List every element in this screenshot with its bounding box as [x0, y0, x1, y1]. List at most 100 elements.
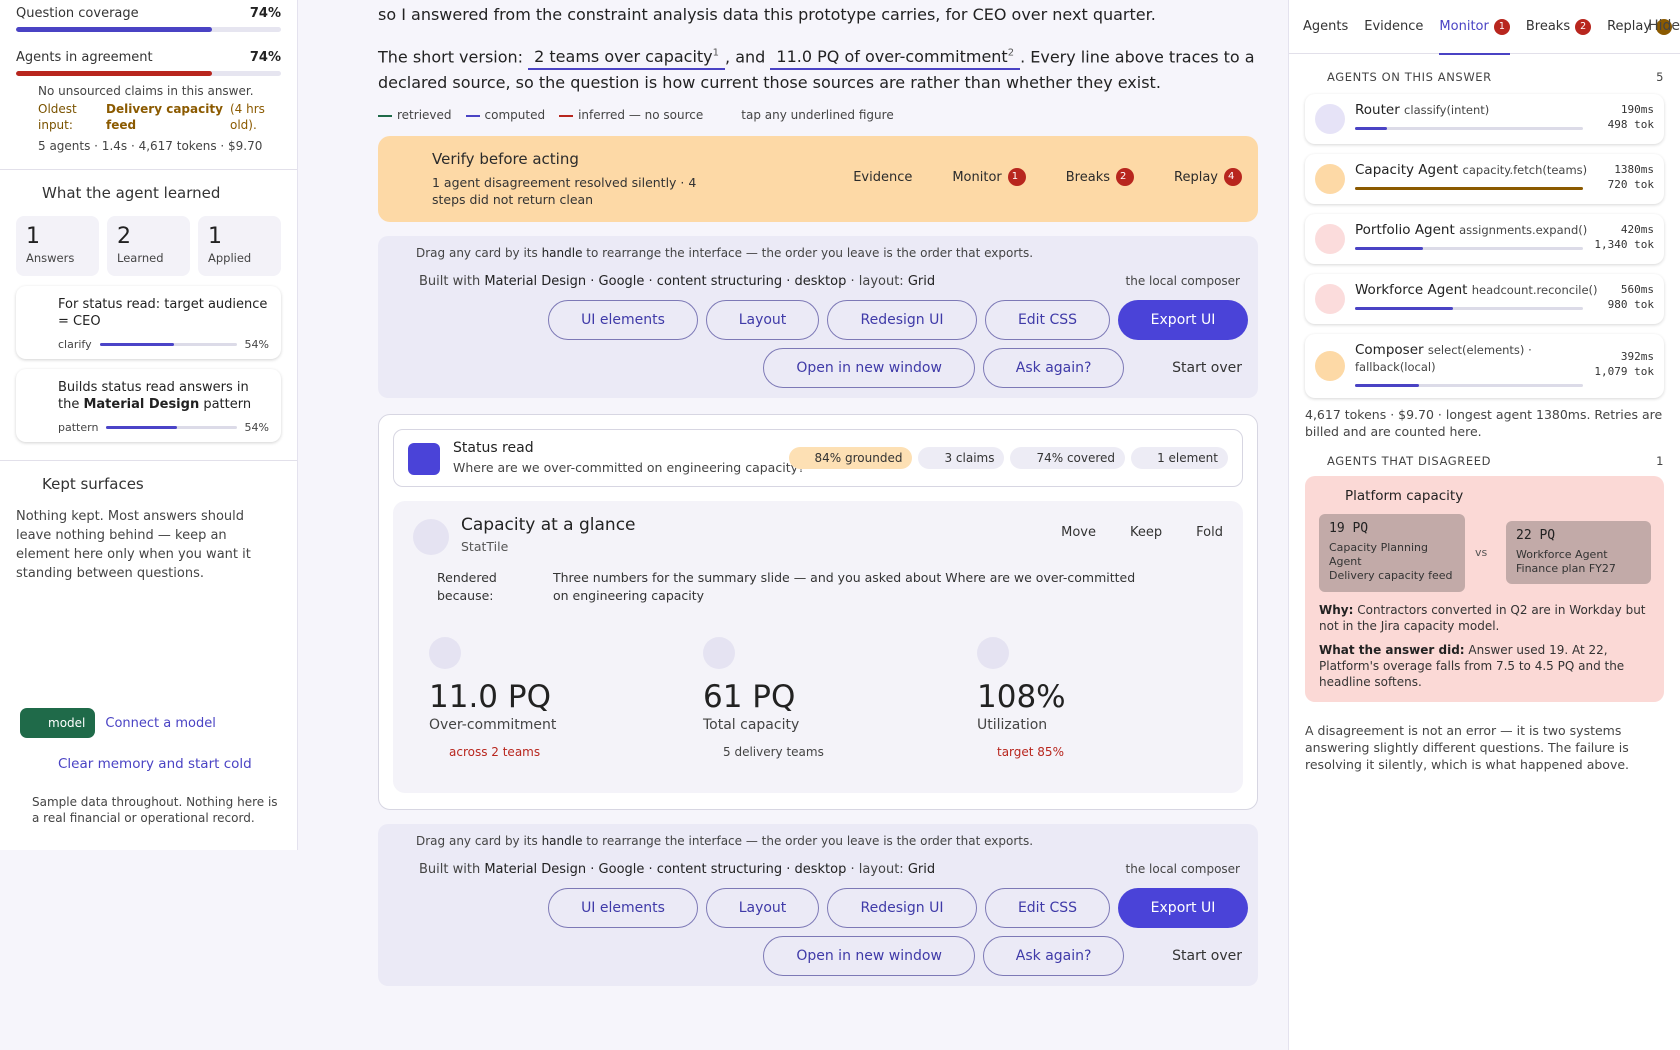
ui-elements-button[interactable]: UI elements [548, 888, 698, 929]
chip-claims[interactable]: 3 claims [918, 447, 1005, 470]
agent-row-capacity[interactable]: Capacity Agent capacity.fetch(teams) 138… [1305, 154, 1664, 204]
verify-monitor-link[interactable]: Monitor 1 [952, 168, 1026, 187]
agent-row-workforce[interactable]: Workforce Agent headcount.reconcile() 56… [1305, 274, 1664, 324]
move-button[interactable]: Move [1061, 525, 1096, 540]
learned-card-pattern[interactable]: Builds status read answers in the Materi… [16, 369, 281, 442]
agent-avatar [1315, 351, 1345, 381]
intro-paragraph: so I answered from the constraint analys… [378, 5, 1156, 24]
edit-css-button[interactable]: Edit CSS [985, 300, 1110, 341]
rendered-because: Rendered because: Three numbers for the … [437, 569, 1153, 605]
agent-time-bar [1355, 247, 1424, 250]
figure-over-commitment[interactable]: 11.0 PQ of over-commitment2 [770, 47, 1021, 71]
link-label: Evidence [853, 169, 913, 185]
export-ui-button[interactable]: Export UI [1118, 888, 1248, 929]
metric-over-commitment[interactable]: 11.0 PQ Over-commitment across 2 teams [429, 637, 703, 759]
layout-button[interactable]: Layout [706, 888, 819, 929]
verify-breaks-link[interactable]: Breaks 2 [1066, 168, 1135, 187]
legend-label: inferred — no source [578, 108, 704, 123]
agent-ms: 420ms [1620, 223, 1654, 236]
layout-button[interactable]: Layout [706, 300, 819, 341]
run-stats: 5 agents · 1.4s · 4,617 tokens · $9.70 [38, 139, 263, 153]
edit-css-button[interactable]: Edit CSS [985, 888, 1110, 929]
figure-text: 2 teams over capacity [534, 47, 713, 67]
ui-elements-button[interactable]: UI elements [548, 300, 698, 341]
ask-again-button[interactable]: Ask again? [983, 348, 1125, 389]
tab-evidence[interactable]: Evidence [1364, 0, 1423, 54]
oldest-source[interactable]: Delivery capacity feed [106, 101, 230, 133]
redesign-ui-button[interactable]: Redesign UI [827, 300, 977, 341]
agent-ms: 392ms [1620, 350, 1654, 363]
kept-text: Nothing kept. Most answers should leave … [16, 509, 251, 581]
hint-c: to rearrange the interface — the order y… [582, 246, 1034, 261]
metric-label: Utilization [977, 717, 1048, 734]
status-read-card: Status read Where are we over-committed … [378, 414, 1258, 811]
fold-button[interactable]: Fold [1196, 525, 1223, 540]
agent-row-composer[interactable]: Composer select(elements) · fallback(loc… [1305, 334, 1664, 398]
metrics-row: 11.0 PQ Over-commitment across 2 teams 6… [429, 637, 1251, 759]
built-with: Built with Material Design · Google · co… [419, 274, 935, 289]
agent-tokens: 498 tok [1607, 118, 1654, 131]
agent-tokens: 1,340 tok [1594, 238, 1654, 251]
built-with: Built with Material Design · Google · co… [419, 862, 935, 877]
disagreement-explanation: Why: Contractors converted in Q2 are in … [1319, 602, 1649, 690]
clear-memory-link[interactable]: Clear memory and start cold [58, 756, 252, 772]
agent-name-text: Router [1355, 102, 1400, 118]
status-chips: 84% grounded 3 claims 74% covered 1 elem… [788, 447, 1228, 470]
model-row: model Connect a model [20, 708, 216, 738]
tile-label: Answers [26, 251, 75, 265]
disagreement-card[interactable]: Platform capacity 19 PQ Capacity Plannin… [1305, 476, 1664, 702]
tile-learned: 2 Learned [107, 216, 190, 276]
and-text: , and [725, 47, 766, 67]
chip-grounded[interactable]: 84% grounded [788, 447, 913, 470]
open-new-window-button[interactable]: Open in new window [763, 348, 976, 389]
metric-total-capacity[interactable]: 61 PQ Total capacity 5 delivery teams [703, 637, 977, 759]
tile-value: 1 [26, 224, 40, 249]
figure-teams-over-capacity[interactable]: 2 teams over capacity1 [528, 47, 726, 71]
metric-utilization[interactable]: 108% Utilization target 85% [977, 637, 1251, 759]
capacity-card: Capacity at a glance StatTile Move Keep … [393, 501, 1243, 794]
disagreement-title: Platform capacity [1345, 488, 1464, 504]
start-over-button[interactable]: Start over [1132, 936, 1248, 976]
metric-note: 5 delivery teams [723, 745, 824, 760]
ask-again-button[interactable]: Ask again? [983, 936, 1125, 977]
agent-time-bar [1355, 127, 1387, 130]
drag-handle[interactable] [413, 519, 449, 556]
capacity-card-title: Capacity at a glance [461, 515, 636, 536]
redesign-ui-button[interactable]: Redesign UI [827, 888, 977, 929]
tile-label: Applied [208, 251, 252, 265]
right-panel: Agents Evidence Monitor 1 Breaks 2 Replay … [1288, 0, 1680, 1050]
chip-covered[interactable]: 74% covered [1010, 447, 1126, 470]
agent-avatar [1315, 104, 1345, 134]
connect-model-link[interactable]: Connect a model [105, 716, 215, 731]
agents-header: AGENTS ON THIS ANSWER 5 [1289, 54, 1680, 84]
built-b: Material Design · Google · content struc… [484, 274, 847, 290]
export-ui-button[interactable]: Export UI [1118, 300, 1248, 341]
agent-call: headcount.reconcile() [1471, 283, 1598, 297]
agent-avatar [1315, 284, 1345, 314]
verify-replay-link[interactable]: Replay 4 [1174, 168, 1242, 187]
coverage-value: 74% [249, 6, 281, 21]
agent-row-router[interactable]: Router classify(intent) 190ms 498 tok [1305, 94, 1664, 144]
built-d: Grid [907, 274, 936, 290]
count-badge: 4 [1224, 168, 1242, 187]
model-button[interactable]: model [20, 708, 96, 738]
hide-panel-button[interactable]: Hide [1648, 18, 1680, 34]
tab-breaks[interactable]: Breaks 2 [1526, 0, 1592, 54]
learned-card-tag: pattern [58, 421, 99, 434]
agent-row-portfolio[interactable]: Portfolio Agent assignments.expand() 420… [1305, 214, 1664, 264]
compare-source: Finance plan FY27 [1516, 562, 1616, 575]
tab-agents[interactable]: Agents [1303, 0, 1348, 54]
verify-evidence-link[interactable]: Evidence [853, 168, 912, 186]
built-d: Grid [907, 862, 936, 878]
learned-card-audience[interactable]: For status read: target audience = CEO c… [16, 286, 281, 359]
tab-monitor[interactable]: Monitor 1 [1439, 0, 1511, 55]
start-over-button[interactable]: Start over [1132, 348, 1248, 388]
chip-elements[interactable]: 1 element [1131, 447, 1228, 470]
built-c: · layout: [846, 274, 908, 290]
open-new-window-button[interactable]: Open in new window [763, 936, 976, 977]
hint-b: handle [541, 246, 583, 261]
agent-ms: 1380ms [1614, 163, 1654, 176]
keep-button[interactable]: Keep [1130, 525, 1162, 540]
local-composer-label: the local composer [1125, 274, 1240, 289]
agent-time-bar [1355, 187, 1583, 190]
